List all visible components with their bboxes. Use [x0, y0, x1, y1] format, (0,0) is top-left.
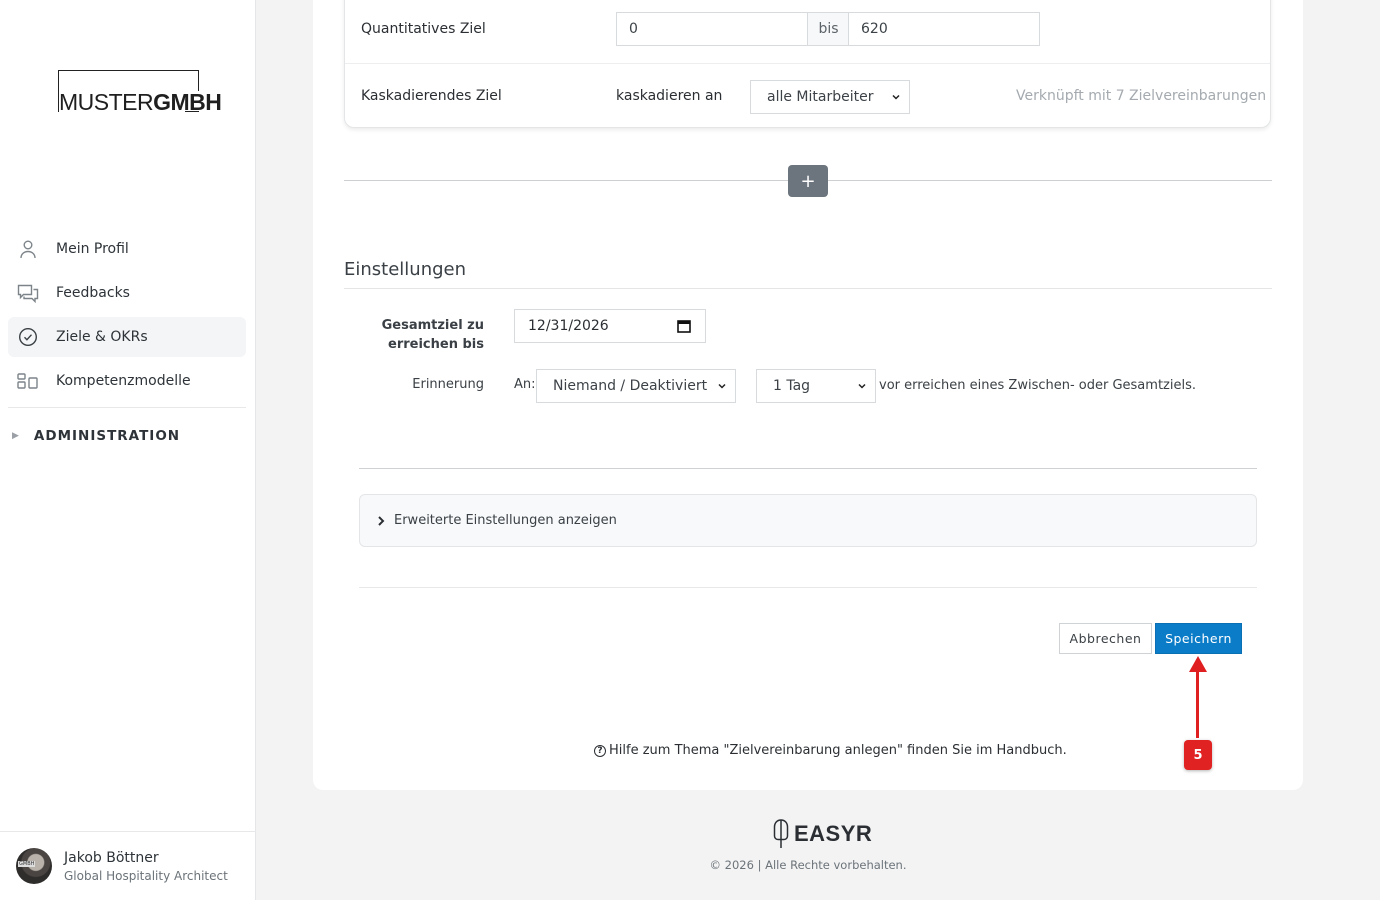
sidebar: MUSTERGMBH Mein Profil Feedbacks Ziele &…: [0, 0, 256, 900]
quant-bis-addon: bis: [808, 12, 849, 46]
chevron-down-icon: [858, 383, 866, 389]
sidebar-item-label: Feedbacks: [56, 285, 130, 301]
check-circle-icon: [16, 325, 40, 349]
company-logo[interactable]: MUSTERGMBH: [58, 70, 226, 114]
reminder-recipient-value: Niemand / Deaktiviert: [553, 378, 708, 394]
save-button[interactable]: Speichern: [1155, 623, 1242, 654]
cascade-select-value: alle Mitarbeiter: [767, 89, 874, 105]
settings-divider: [344, 288, 1272, 289]
sidebar-item-administration[interactable]: ▶ ADMINISTRATION: [12, 428, 180, 444]
sidebar-item-label: Kompetenzmodelle: [56, 373, 191, 389]
quant-goal-label: Quantitatives Ziel: [361, 21, 486, 37]
sidebar-nav: Mein Profil Feedbacks Ziele & OKRs Kompe…: [8, 229, 246, 405]
cascade-goal-label: Kaskadierendes Ziel: [361, 88, 502, 104]
sidebar-item-kompetenzmodelle[interactable]: Kompetenzmodelle: [8, 361, 246, 401]
reminder-offset-select[interactable]: 1 Tag: [756, 369, 876, 403]
sidebar-item-label: Ziele & OKRs: [56, 329, 148, 345]
quant-from-input[interactable]: 0: [616, 12, 808, 46]
sidebar-divider: [8, 407, 246, 408]
footer-copyright: © 2026 | Alle Rechte vorbehalten.: [709, 858, 907, 872]
calendar-icon[interactable]: [677, 319, 691, 333]
question-circle-icon: ?: [594, 744, 606, 757]
row-separator: [345, 63, 1270, 64]
reminder-suffix-text: vor erreichen eines Zwischen- oder Gesam…: [879, 378, 1196, 393]
total-goal-date-value: 12/31/2026: [528, 318, 609, 334]
annotation-arrow-line: [1196, 668, 1199, 738]
total-goal-label-line2: erreichen bis: [388, 337, 484, 352]
advanced-settings-toggle[interactable]: Erweiterte Einstellungen anzeigen: [359, 494, 1257, 547]
reminder-an-label: An:: [514, 377, 536, 392]
quant-to-input[interactable]: 620: [848, 12, 1040, 46]
sidebar-item-label: Mein Profil: [56, 241, 129, 257]
footer-logo: EASYR: [772, 818, 872, 850]
advanced-settings-label: Erweiterte Einstellungen anzeigen: [394, 513, 617, 528]
annotation-step-badge: 5: [1184, 740, 1212, 770]
footer-logo-text: EASYR: [794, 821, 873, 846]
caret-right-icon: ▶: [12, 431, 20, 441]
sidebar-item-mein-profil[interactable]: Mein Profil: [8, 229, 246, 269]
easyr-logo-icon: [773, 819, 789, 848]
total-goal-date-input[interactable]: 12/31/2026: [514, 309, 706, 343]
grid-icon: [16, 369, 40, 393]
main-content: Quantitatives Ziel 0 bis 620 Kaskadieren…: [313, 0, 1303, 790]
sidebar-item-feedbacks[interactable]: Feedbacks: [8, 273, 246, 313]
linked-agreements-text: Verknüpft mit 7 Zielvereinbarungen: [1016, 88, 1267, 104]
company-logo-text: MUSTERGMBH: [59, 91, 226, 114]
reminder-offset-value: 1 Tag: [773, 378, 811, 394]
sidebar-item-ziele-okrs[interactable]: Ziele & OKRs: [8, 317, 246, 357]
form-divider: [359, 468, 1257, 469]
chat-icon: [16, 281, 40, 305]
reminder-recipient-select[interactable]: Niemand / Deaktiviert: [536, 369, 736, 403]
admin-label: ADMINISTRATION: [33, 428, 181, 444]
add-goal-button[interactable]: +: [788, 165, 828, 197]
cascade-select[interactable]: alle Mitarbeiter: [750, 80, 910, 114]
cascade-text: kaskadieren an: [616, 88, 723, 104]
help-text[interactable]: Hilfe zum Thema "Zielvereinbarung anlege…: [609, 743, 1067, 758]
chevron-down-icon: [718, 383, 726, 389]
help-hint: ? Hilfe zum Thema "Zielvereinbarung anle…: [594, 743, 1067, 758]
form-divider-bottom: [359, 587, 1257, 588]
chevron-right-icon: [378, 515, 385, 526]
cancel-button[interactable]: Abbrechen: [1059, 623, 1152, 654]
goal-card: Quantitatives Ziel 0 bis 620 Kaskadieren…: [344, 0, 1271, 128]
total-goal-label-line1: Gesamtziel zu: [381, 318, 484, 333]
reminder-label: Erinnerung: [412, 377, 484, 392]
total-goal-label: Gesamtziel zu erreichen bis: [373, 316, 484, 354]
settings-title: Einstellungen: [344, 259, 467, 280]
chevron-down-icon: [892, 94, 900, 100]
user-icon: [16, 237, 40, 261]
